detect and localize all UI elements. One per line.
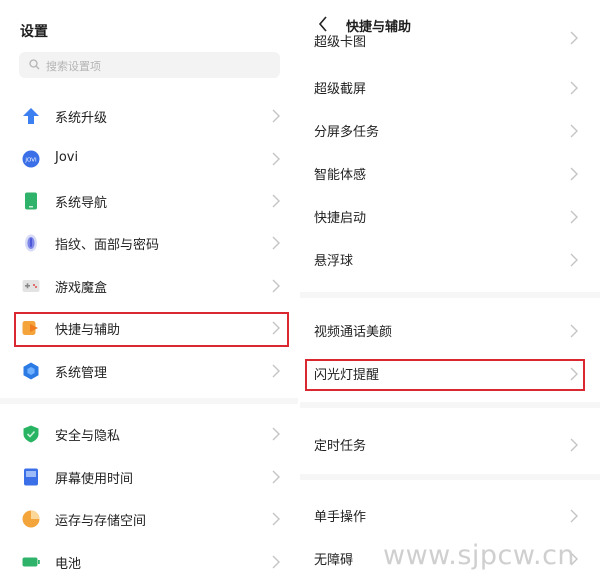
chevron-right-icon [570, 31, 578, 45]
settings-item-battery[interactable]: 电池 [0, 541, 298, 583]
list-item-floating-ball[interactable]: 悬浮球 [300, 239, 600, 279]
battery-icon [22, 557, 40, 567]
settings-item-system-management[interactable]: 系统管理 [0, 350, 298, 392]
chevron-right-icon [570, 253, 578, 267]
item-label: 游戏魔盒 [55, 281, 108, 296]
group-divider [300, 402, 600, 408]
chevron-right-icon [272, 364, 280, 378]
watermark: www.sjpcw.cn [383, 540, 576, 571]
chevron-right-icon [570, 167, 578, 181]
chevron-right-icon [570, 324, 578, 338]
settings-item-system-update[interactable]: 系统升级 [0, 95, 298, 137]
search-icon [29, 59, 40, 70]
list-item-super-screenshot[interactable]: 超级截屏 [300, 67, 600, 107]
item-label: 系统管理 [55, 366, 108, 381]
item-label: 快捷启动 [314, 211, 367, 226]
item-label: 定时任务 [314, 439, 367, 454]
fingerprint-icon [25, 234, 37, 252]
item-label: 指纹、面部与密码 [55, 238, 160, 253]
settings-item-security-privacy[interactable]: 安全与隐私 [0, 413, 298, 455]
chevron-right-icon [570, 509, 578, 523]
chevron-right-icon [570, 81, 578, 95]
settings-pane: 设置 搜索设置项 系统升级 JOVI Jovi 系统导航 指纹、面部与密码 游戏… [0, 0, 298, 583]
group-divider [0, 398, 298, 404]
highlight-box [305, 359, 585, 391]
search-input[interactable]: 搜索设置项 [19, 52, 280, 78]
storage-icon [22, 510, 40, 528]
highlight-box [14, 312, 289, 347]
item-label: 超级截屏 [314, 82, 367, 97]
list-item-scheduled-tasks[interactable]: 定时任务 [300, 424, 600, 464]
item-label: 无障碍 [314, 553, 354, 568]
system-management-icon [23, 362, 39, 380]
chevron-right-icon [570, 124, 578, 138]
list-item-partial[interactable]: 超级卡图 [300, 28, 600, 48]
group-divider [300, 474, 600, 480]
list-item-one-hand[interactable]: 单手操作 [300, 495, 600, 535]
chevron-right-icon [272, 427, 280, 441]
chevron-right-icon [272, 109, 280, 123]
settings-item-storage[interactable]: 运存与存储空间 [0, 498, 298, 540]
item-label: 视频通话美颜 [314, 325, 393, 340]
item-label: 系统导航 [55, 196, 108, 211]
jovi-icon: JOVI [22, 150, 40, 168]
chevron-right-icon [272, 236, 280, 250]
item-label: 安全与隐私 [55, 429, 121, 444]
item-label: 运存与存储空间 [55, 514, 147, 529]
list-item-quick-launch[interactable]: 快捷启动 [300, 196, 600, 236]
item-label: 屏幕使用时间 [55, 472, 134, 487]
settings-item-jovi[interactable]: JOVI Jovi [0, 138, 298, 180]
svg-text:JOVI: JOVI [24, 158, 37, 164]
chevron-right-icon [570, 438, 578, 452]
item-label: 电池 [55, 557, 82, 572]
settings-item-system-navigation[interactable]: 系统导航 [0, 180, 298, 222]
item-label: 系统升级 [55, 111, 108, 126]
game-box-icon [22, 280, 40, 292]
search-placeholder: 搜索设置项 [46, 60, 101, 73]
item-label: 超级卡图 [314, 35, 367, 48]
settings-item-game-box[interactable]: 游戏魔盒 [0, 265, 298, 307]
system-update-icon [23, 108, 39, 124]
list-item-split-screen[interactable]: 分屏多任务 [300, 110, 600, 150]
item-label: 悬浮球 [314, 254, 354, 269]
security-privacy-icon [23, 425, 39, 443]
item-label: 单手操作 [314, 510, 367, 525]
chevron-right-icon [272, 470, 280, 484]
shortcut-assist-pane: 快捷与辅助 超级卡图 超级截屏 分屏多任务 智能体感 快捷启动 悬浮球 视频通话… [300, 0, 600, 583]
page-title: 设置 [20, 24, 48, 40]
system-navigation-icon [25, 192, 37, 210]
chevron-right-icon [272, 194, 280, 208]
settings-item-screen-time[interactable]: 屏幕使用时间 [0, 456, 298, 498]
chevron-right-icon [272, 279, 280, 293]
chevron-right-icon [272, 555, 280, 569]
chevron-right-icon [272, 512, 280, 526]
list-item-video-beauty[interactable]: 视频通话美颜 [300, 310, 600, 350]
chevron-right-icon [570, 210, 578, 224]
list-item-smart-motion[interactable]: 智能体感 [300, 153, 600, 193]
item-label: 分屏多任务 [314, 125, 380, 140]
settings-item-fingerprint[interactable]: 指纹、面部与密码 [0, 222, 298, 264]
chevron-right-icon [272, 152, 280, 166]
item-label: 智能体感 [314, 168, 367, 183]
screen-time-icon [24, 468, 38, 486]
group-divider [300, 292, 600, 298]
item-label: Jovi [55, 150, 79, 165]
